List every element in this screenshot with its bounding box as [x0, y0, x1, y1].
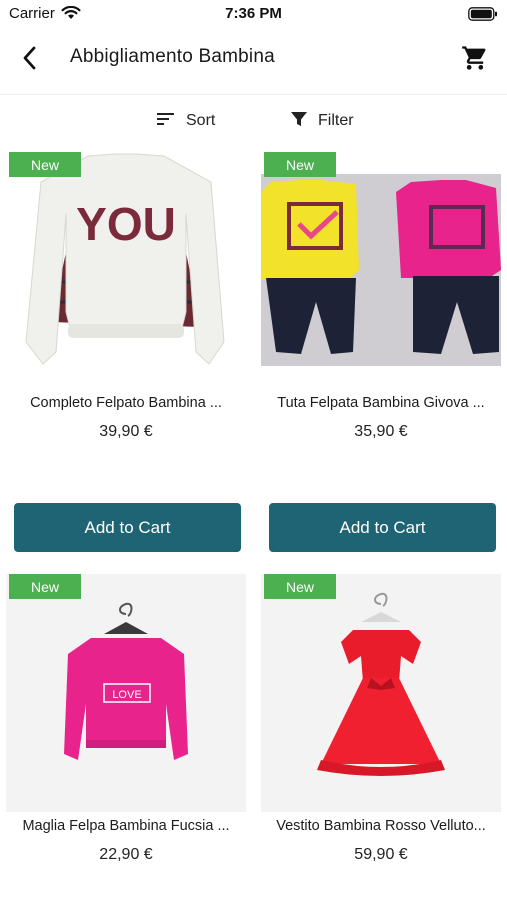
filter-icon: [290, 110, 308, 133]
new-badge: New: [264, 574, 336, 599]
sort-icon: [156, 111, 176, 132]
product-card[interactable]: YOU New Completo Felpato Bambina ... 39,…: [6, 152, 246, 554]
new-badge: New: [9, 152, 81, 177]
product-image[interactable]: [261, 574, 501, 812]
header-divider: [0, 94, 507, 95]
shopping-cart-icon: [461, 44, 489, 77]
clock-time: 7:36 PM: [225, 5, 282, 22]
product-price: 59,90 €: [354, 846, 408, 863]
sort-label: Sort: [186, 112, 216, 129]
new-badge: New: [264, 152, 336, 177]
add-to-cart-button[interactable]: Add to Cart: [14, 503, 241, 552]
new-badge: New: [9, 574, 81, 599]
product-name[interactable]: Vestito Bambina Rosso Velluto...: [261, 818, 501, 834]
product-image[interactable]: YOU: [6, 152, 246, 382]
add-to-cart-button[interactable]: Add to Cart: [269, 503, 496, 552]
product-card[interactable]: New Vestito Bambina Rosso Velluto... 59,…: [261, 574, 501, 874]
battery-icon: [468, 7, 498, 26]
product-name[interactable]: Maglia Felpa Bambina Fucsia ...: [6, 818, 246, 834]
filter-button[interactable]: Filter: [290, 106, 354, 136]
page-title: Abbigliamento Bambina: [70, 46, 275, 67]
product-image[interactable]: LOVE: [6, 574, 246, 812]
chevron-left-icon: [20, 45, 40, 76]
product-card[interactable]: New Tuta Felpata Bambina Givova ... 35,9…: [261, 152, 501, 554]
svg-text:YOU: YOU: [76, 198, 176, 250]
navigation-bar: Abbigliamento Bambina: [0, 30, 507, 92]
product-card[interactable]: LOVE New Maglia Felpa Bambina Fucsia ...…: [6, 574, 246, 874]
cart-button[interactable]: [459, 44, 491, 76]
svg-text:LOVE: LOVE: [112, 689, 141, 701]
back-button[interactable]: [14, 44, 46, 76]
product-price: 22,90 €: [99, 846, 153, 863]
product-price: 39,90 €: [99, 423, 153, 440]
sort-button[interactable]: Sort: [156, 106, 215, 136]
status-bar: Carrier 7:36 PM: [0, 0, 507, 28]
product-name[interactable]: Completo Felpato Bambina ...: [6, 395, 246, 411]
filter-label: Filter: [318, 112, 354, 129]
product-image[interactable]: [261, 152, 501, 382]
product-name[interactable]: Tuta Felpata Bambina Givova ...: [261, 395, 501, 411]
product-price: 35,90 €: [354, 423, 408, 440]
sort-filter-toolbar: Sort Filter: [0, 106, 507, 136]
